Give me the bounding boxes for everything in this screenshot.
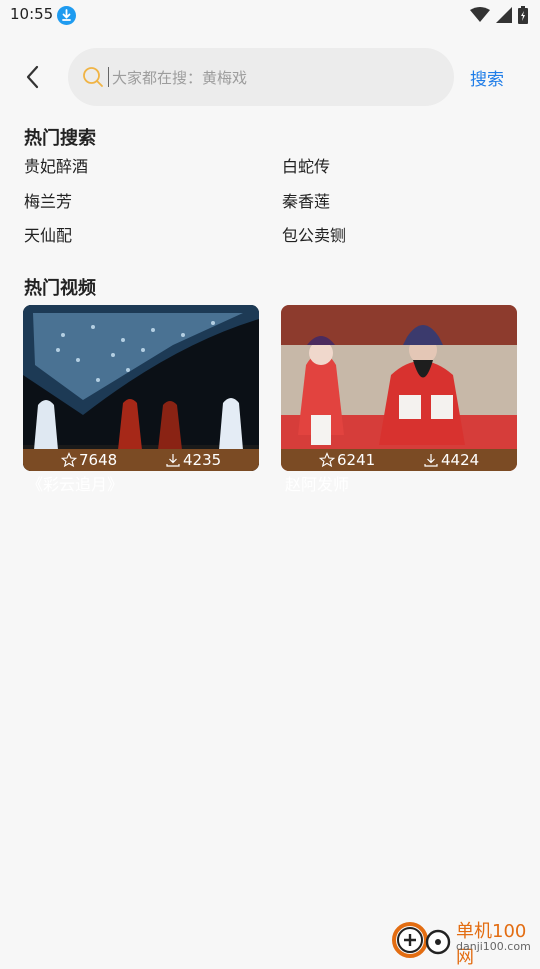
likes-count: 6241: [337, 451, 376, 469]
video-card[interactable]: 7648 4235 《彩云追月》: [23, 305, 259, 495]
hot-search-item[interactable]: 白蛇传: [282, 153, 330, 177]
video-card[interactable]: 6241 4424 赵阿发师: [281, 305, 517, 495]
downloads-stat: 4235: [165, 451, 221, 469]
search-header: 搜索: [0, 48, 540, 106]
downloads-stat: 4424: [423, 451, 479, 469]
star-icon: [61, 452, 77, 468]
video-thumbnail: 6241 4424: [281, 305, 517, 471]
cell-signal-icon: [496, 7, 512, 27]
hot-search-item[interactable]: 包公卖铡: [282, 222, 346, 246]
video-title: 《彩云追月》: [27, 475, 124, 494]
watermark-url: danji100.com: [456, 940, 531, 953]
wifi-icon: [470, 7, 490, 27]
text-cursor: [108, 67, 109, 87]
download-icon: [166, 454, 180, 467]
battery-icon: [518, 6, 528, 28]
search-button[interactable]: 搜索: [470, 65, 504, 90]
video-thumbnail: 7648 4235: [23, 305, 259, 471]
status-bar: 10:55: [0, 0, 540, 32]
hot-search-item[interactable]: 天仙配: [24, 222, 72, 246]
back-button[interactable]: [18, 62, 48, 92]
downloads-count: 4424: [441, 451, 480, 469]
watermark-logo-icon: [392, 922, 451, 958]
status-time: 10:55: [10, 5, 54, 23]
likes-count: 7648: [79, 451, 118, 469]
watermark: 单机100网 danji100.com: [390, 914, 540, 968]
hot-search-item[interactable]: 贵妃醉酒: [24, 153, 88, 177]
video-stats-bar: 6241 4424: [281, 449, 517, 471]
status-icons: [470, 6, 528, 28]
video-title: 赵阿发师: [285, 475, 350, 494]
hot-videos-title: 热门视频: [24, 278, 96, 299]
video-stats-bar: 7648 4235: [23, 449, 259, 471]
hot-search-item[interactable]: 梅兰芳: [24, 188, 72, 212]
likes-stat: 6241: [319, 451, 375, 469]
hot-search-title: 热门搜索: [24, 128, 96, 149]
search-box[interactable]: [68, 48, 454, 106]
download-notification-icon: [57, 6, 76, 25]
star-icon: [319, 452, 335, 468]
hot-search-item[interactable]: 秦香莲: [282, 188, 330, 212]
search-input[interactable]: [110, 64, 434, 92]
downloads-count: 4235: [183, 451, 222, 469]
search-icon: [82, 66, 104, 88]
likes-stat: 7648: [61, 451, 117, 469]
download-icon: [424, 454, 438, 467]
chevron-left-icon: [26, 65, 39, 89]
